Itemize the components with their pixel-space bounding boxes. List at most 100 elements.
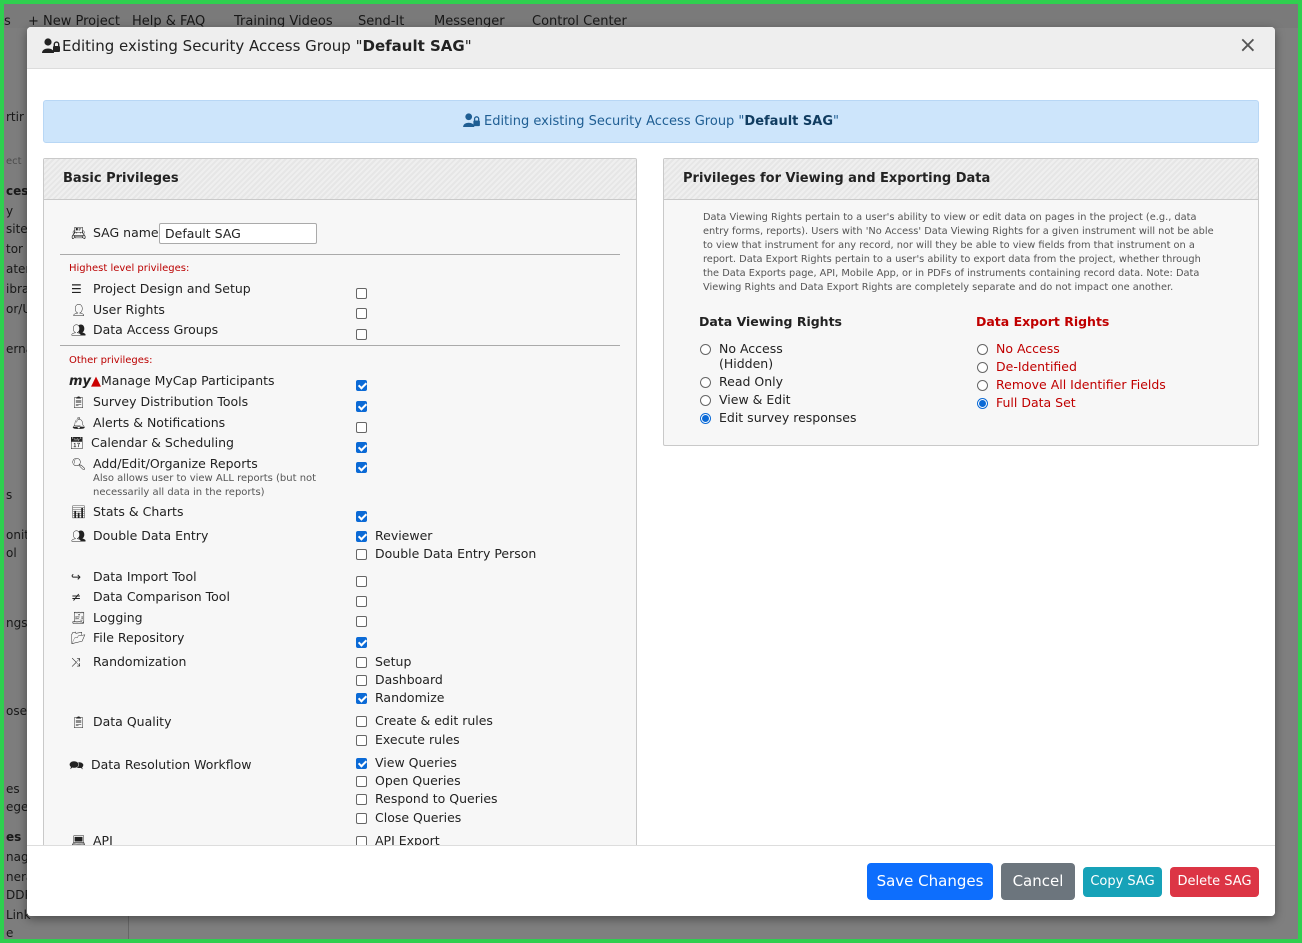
cancel-button[interactable]: Cancel — [1001, 863, 1075, 900]
panel-heading: Privileges for Viewing and Exporting Dat… — [664, 159, 1258, 200]
rights-description: Data Viewing Rights pertain to a user's … — [703, 212, 1214, 293]
priv-label: Project Design and Setup — [93, 281, 251, 296]
priv-label: Survey Distribution Tools — [93, 394, 249, 409]
close-icon[interactable]: × — [1239, 35, 1257, 57]
search-icon: 🔍︎ — [71, 457, 87, 471]
export-full-data-radio[interactable] — [977, 398, 988, 409]
mycap-logo-icon: my▲ — [69, 374, 102, 389]
dialog-body: Editing existing Security Access Group "… — [27, 69, 1275, 845]
viewing-rights-heading: Data Viewing Rights — [699, 314, 842, 329]
export-deidentified-radio[interactable] — [977, 362, 988, 373]
folder-open-icon: 📂︎ — [71, 631, 87, 645]
divider — [60, 254, 620, 255]
reports-note: Also allows user to view ALL reports (bu… — [93, 473, 317, 498]
dde-person-label: Double Data Entry Person — [375, 546, 537, 561]
bell-icon: 🔔︎ — [71, 416, 87, 430]
priv-api: 💻︎ API — [71, 833, 113, 845]
sag-name-label-row: 📇︎ SAG name: — [71, 225, 163, 240]
clipboard-check-icon: 📋︎ — [71, 715, 87, 729]
priv-data-resolution: 🗪︎ Data Resolution Workflow — [69, 756, 252, 777]
priv-label: Stats & Charts — [93, 504, 184, 519]
priv-label: Data Import Tool — [93, 569, 197, 584]
calendar-checkbox[interactable] — [356, 442, 367, 453]
user-rights-checkbox[interactable] — [356, 308, 367, 319]
priv-file-repository: 📂︎ File Repository — [71, 630, 184, 645]
api-export-checkbox[interactable] — [356, 836, 367, 845]
alert-text-suffix: " — [833, 114, 839, 129]
id-card-icon: 📇︎ — [71, 226, 87, 240]
other-privileges-label: Other privileges: — [69, 355, 153, 366]
basic-privileges-panel: Basic Privileges 📇︎ SAG name: Highest lev… — [43, 158, 637, 845]
sag-name-label: SAG name: — [93, 225, 163, 240]
delete-sag-button[interactable]: Delete SAG — [1170, 867, 1259, 897]
logging-checkbox[interactable] — [356, 616, 367, 627]
mycap-checkbox[interactable] — [356, 380, 367, 391]
drw-close-checkbox[interactable] — [356, 813, 367, 824]
dq-create-checkbox[interactable] — [356, 716, 367, 727]
drw-close-label: Close Queries — [375, 810, 462, 825]
export-no-access-label: No Access — [996, 341, 1060, 356]
drw-respond-checkbox[interactable] — [356, 794, 367, 805]
laptop-code-icon: 💻︎ — [71, 834, 87, 845]
rand-dashboard-label: Dashboard — [375, 672, 443, 687]
reports-checkbox[interactable] — [356, 462, 367, 473]
priv-label: File Repository — [93, 630, 185, 645]
export-remove-identifiers-radio[interactable] — [977, 380, 988, 391]
data-rights-panel: Privileges for Viewing and Exporting Dat… — [663, 158, 1259, 446]
divider — [60, 345, 620, 346]
view-no-access-radio[interactable] — [700, 344, 711, 355]
save-changes-button[interactable]: Save Changes — [867, 863, 993, 900]
view-read-only-radio[interactable] — [700, 377, 711, 388]
project-design-checkbox[interactable] — [356, 288, 367, 299]
rand-setup-checkbox[interactable] — [356, 657, 367, 668]
copy-sag-button[interactable]: Copy SAG — [1083, 867, 1162, 897]
drw-respond-label: Respond to Queries — [375, 791, 498, 806]
priv-alerts: 🔔︎ Alerts & Notifications — [71, 415, 225, 430]
data-access-groups-checkbox[interactable] — [356, 329, 367, 340]
user-lock-icon — [42, 38, 62, 57]
priv-user-rights: 👤︎ User Rights — [71, 302, 165, 317]
priv-data-import: ↪ Data Import Tool — [71, 569, 197, 584]
user-lock-icon — [463, 103, 480, 144]
app-window: s + New Project Help & FAQ Training Vide… — [4, 4, 1298, 939]
priv-data-quality: 📋︎ Data Quality — [71, 714, 172, 729]
data-comparison-checkbox[interactable] — [356, 596, 367, 607]
chalkboard-icon: 📋︎ — [71, 395, 87, 409]
panel-heading: Basic Privileges — [44, 159, 636, 200]
edit-survey-responses-radio[interactable] — [700, 413, 711, 424]
rand-randomize-label: Randomize — [375, 690, 445, 705]
dde-person-checkbox[interactable] — [356, 549, 367, 560]
view-read-only-label: Read Only — [719, 374, 784, 389]
rand-randomize-checkbox[interactable] — [356, 693, 367, 704]
data-import-checkbox[interactable] — [356, 576, 367, 587]
dde-reviewer-checkbox[interactable] — [356, 531, 367, 542]
priv-project-design: ☰ Project Design and Setup — [71, 281, 251, 296]
stats-charts-checkbox[interactable] — [356, 511, 367, 522]
survey-distribution-checkbox[interactable] — [356, 401, 367, 412]
edit-sag-dialog: Editing existing Security Access Group "… — [27, 27, 1275, 916]
drw-open-checkbox[interactable] — [356, 776, 367, 787]
tasks-icon: ☰ — [71, 282, 82, 296]
drw-view-label: View Queries — [375, 755, 457, 770]
priv-label: Logging — [93, 610, 143, 625]
dialog-title: Editing existing Security Access Group "… — [42, 37, 472, 57]
view-edit-radio[interactable] — [700, 395, 711, 406]
export-no-access-radio[interactable] — [977, 344, 988, 355]
dialog-title-suffix: " — [464, 37, 472, 55]
sag-name-input[interactable] — [159, 223, 317, 244]
drw-view-checkbox[interactable] — [356, 758, 367, 769]
priv-calendar: 📅︎ Calendar & Scheduling — [69, 435, 234, 450]
priv-label: Manage MyCap Participants — [101, 373, 275, 388]
export-remove-identifiers-label: Remove All Identifier Fields — [996, 377, 1166, 392]
file-repository-checkbox[interactable] — [356, 637, 367, 648]
api-export-label: API Export — [375, 833, 440, 845]
chart-bar-icon: 📊︎ — [71, 505, 87, 519]
not-equal-icon: ≠ — [71, 590, 82, 604]
dq-execute-checkbox[interactable] — [356, 735, 367, 746]
priv-label: Data Resolution Workflow — [91, 757, 252, 772]
rand-dashboard-checkbox[interactable] — [356, 675, 367, 686]
alerts-checkbox[interactable] — [356, 422, 367, 433]
user-icon: 👤︎ — [71, 303, 87, 317]
dialog-title-prefix: Editing existing Security Access Group " — [62, 37, 363, 55]
info-alert: Editing existing Security Access Group "… — [43, 100, 1259, 143]
